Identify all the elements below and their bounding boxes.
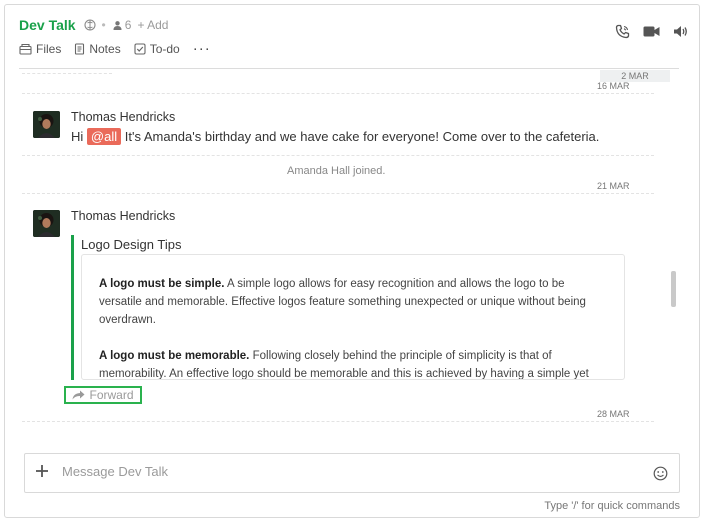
tab-files[interactable]: Files [19, 42, 61, 56]
avatar[interactable] [33, 111, 60, 138]
divider [22, 73, 112, 74]
tab-notes[interactable]: Notes [74, 42, 121, 56]
card-title: Logo Design Tips [81, 237, 182, 252]
tab-todo-label: To-do [149, 42, 180, 56]
more-options-button[interactable]: ··· [193, 41, 211, 56]
member-count-value: 6 [124, 18, 132, 32]
channel-header: Dev Talk • 6 + Add Files Notes To-do ··· [19, 14, 211, 56]
system-message: Amanda Hall joined. [287, 165, 386, 177]
channel-title[interactable]: Dev Talk [19, 17, 76, 33]
paragraph-text: Following closely behind the principle o… [252, 349, 552, 362]
paragraph-text: memorability. An effective logo should b… [99, 367, 589, 380]
tab-files-label: Files [36, 42, 62, 56]
avatar[interactable] [33, 210, 60, 237]
call-actions [615, 24, 688, 39]
divider [22, 93, 654, 94]
message-input[interactable] [60, 463, 624, 480]
paragraph-heading: A logo must be simple. [99, 278, 225, 290]
forward-label: Forward [89, 388, 134, 402]
tab-todo[interactable]: To-do [134, 42, 180, 56]
shared-note-card[interactable]: A logo must be simple. A simple logo all… [81, 254, 625, 380]
mention-badge[interactable]: @all [86, 128, 122, 145]
message-body: It's Amanda's birthday and we have cake … [124, 129, 600, 144]
phone-icon[interactable] [615, 24, 630, 39]
quick-commands-hint: Type '/' for quick commands [544, 500, 680, 512]
tab-notes-label: Notes [89, 42, 121, 56]
forward-icon [72, 390, 85, 400]
todo-icon [134, 43, 146, 55]
scrollbar-thumb[interactable] [671, 271, 676, 307]
channel-type-icon[interactable] [83, 19, 96, 31]
channel-meta: • 6 + Add [83, 18, 168, 32]
message-composer [24, 453, 680, 493]
video-icon[interactable] [643, 25, 660, 38]
message-greeting: Hi [71, 129, 84, 144]
divider [22, 193, 654, 194]
card-paragraph: A logo must be memorable. Following clos… [99, 347, 607, 380]
files-icon [19, 43, 32, 55]
divider [22, 155, 654, 156]
emoji-icon[interactable] [653, 466, 668, 486]
add-member-button[interactable]: + Add [137, 18, 168, 32]
paragraph-heading: A logo must be memorable. [99, 349, 250, 362]
header-divider [19, 68, 679, 69]
paragraph-text: versatile and memorable. Effective logos… [99, 296, 586, 309]
quote-bar [71, 235, 74, 380]
divider [22, 421, 654, 422]
notes-icon [75, 43, 85, 55]
date-separator: 21 MAR [597, 181, 630, 191]
paragraph-text: overdrawn. [99, 314, 156, 327]
members-icon [113, 20, 122, 30]
attach-plus-icon[interactable] [34, 463, 50, 484]
member-count[interactable]: 6 [112, 18, 132, 32]
meta-separator: • [101, 18, 106, 32]
message-sender[interactable]: Thomas Hendricks [71, 209, 175, 223]
date-separator: 28 MAR [597, 409, 630, 419]
message-text: Hi @all It's Amanda's birthday and we ha… [71, 128, 600, 145]
date-separator: 16 MAR [597, 81, 630, 91]
forward-button[interactable]: Forward [64, 386, 142, 404]
speaker-icon[interactable] [673, 25, 688, 38]
card-paragraph: A logo must be simple. A simple logo all… [99, 275, 607, 330]
paragraph-text: A simple logo allows for easy recognitio… [227, 278, 565, 290]
message-sender[interactable]: Thomas Hendricks [71, 110, 175, 124]
